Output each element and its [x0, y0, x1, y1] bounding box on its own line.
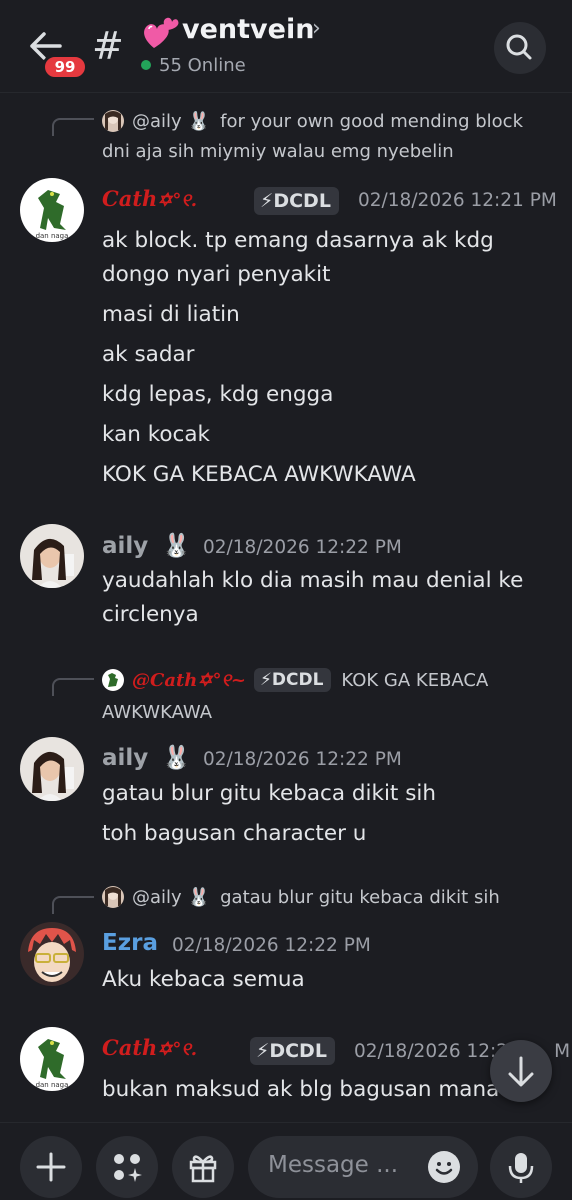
plus-icon: [36, 1152, 66, 1182]
reply-connector: [52, 678, 94, 696]
message-text: bukan maksud ak blg bagusan mana: [102, 1073, 499, 1107]
avatar-caption: dan naga: [36, 232, 69, 240]
message-text: gatau blur gitu kebaca dikit sih toh bag…: [102, 777, 436, 851]
message-line: kan kocak: [102, 422, 210, 447]
rabbit-icon: 🐰: [187, 886, 211, 908]
message-text: ak block. tp emang dasarnya ak kdg dongo…: [102, 224, 494, 492]
timestamp: 02/18/2026 12:22 PM: [203, 749, 402, 770]
message-line: gatau blur gitu kebaca dikit sih: [102, 781, 436, 806]
reply-text: dni aja sih miymiy walau emg nyebelin: [102, 140, 454, 162]
online-count: 55 Online: [159, 55, 246, 76]
author-decor: ✡︎°୧~: [197, 669, 246, 691]
role-tag[interactable]: ⚡DCDL: [254, 187, 339, 215]
attach-button[interactable]: [20, 1136, 82, 1198]
message-placeholder: Message ...: [268, 1152, 399, 1178]
message-line: bukan maksud ak blg bagusan mana: [102, 1077, 500, 1102]
avatar[interactable]: [20, 922, 84, 986]
avatar[interactable]: [20, 737, 84, 801]
gift-button[interactable]: [172, 1136, 234, 1198]
apps-button[interactable]: [96, 1136, 158, 1198]
message-text: yaudahlah klo dia masih mau denial ke ci…: [102, 564, 523, 632]
avatar: [102, 886, 124, 908]
emoji-icon: [428, 1151, 460, 1183]
reply-connector: [52, 896, 94, 914]
reply-text: AWKWKAWA: [102, 701, 213, 723]
author-name[interactable]: aily 🐰: [102, 532, 191, 559]
reply-text-continued: dni aja sih miymiy walau emg nyebelin: [102, 136, 454, 166]
message-text: Aku kebaca semua: [102, 963, 305, 997]
chevron-right-icon[interactable]: ›: [312, 16, 321, 41]
role-tag[interactable]: ⚡DCDL: [250, 1037, 335, 1065]
author-name-text: aily: [102, 533, 149, 559]
channel-name[interactable]: ventvein: [182, 14, 314, 45]
reply-preview[interactable]: @Cath✡︎°୧~ ⚡DCDL KOK GA KEBACA: [102, 665, 488, 695]
channel-header: 99 # ventvein › 55 Online: [0, 0, 572, 92]
message-line: circlenya: [102, 602, 199, 627]
reply-preview[interactable]: @aily 🐰 gatau blur gitu kebaca dikit sih: [102, 882, 500, 912]
author-name[interactable]: Cath✡︎°୧.: [102, 186, 197, 211]
author-name[interactable]: Cath✡︎°୧.: [102, 1035, 197, 1060]
reply-text: gatau blur gitu kebaca dikit sih: [220, 886, 500, 908]
message-line: KOK GA KEBACA AWKWKAWA: [102, 462, 416, 487]
message-line: kdg lepas, kdg engga: [102, 382, 334, 407]
avatar[interactable]: [20, 524, 84, 588]
reply-connector: [52, 118, 94, 136]
search-icon: [506, 34, 532, 60]
avatar-caption: dan naga: [36, 1081, 69, 1089]
message-line: ak sadar: [102, 342, 195, 367]
rabbit-icon: 🐰: [162, 533, 191, 559]
reply-text: KOK GA KEBACA: [341, 669, 489, 691]
search-button[interactable]: [494, 22, 546, 74]
author-decor: ✡︎°୧.: [157, 1039, 198, 1060]
message-line: toh bagusan character u: [102, 821, 367, 846]
unread-badge: 99: [42, 54, 88, 80]
timestamp: 02/18/2026 12:22 PM: [172, 935, 371, 956]
reply-text-continued: AWKWKAWA: [102, 697, 212, 727]
author-name-text: Cath: [102, 1035, 158, 1060]
header-divider: [0, 92, 572, 93]
message-line: dongo nyari penyakit: [102, 262, 331, 287]
microphone-icon: [508, 1153, 534, 1183]
timestamp: 02/18/2026 12:21 PM: [358, 190, 557, 211]
author-name[interactable]: aily 🐰: [102, 744, 191, 771]
author-decor: ✡︎°୧.: [157, 190, 198, 211]
message-line: ak block. tp emang dasarnya ak kdg: [102, 228, 494, 253]
message-line: masi di liatin: [102, 302, 240, 327]
channel-emoji: [140, 12, 180, 52]
scroll-to-bottom-button[interactable]: [490, 1040, 552, 1102]
arrow-down-icon: [508, 1056, 534, 1087]
hash-icon: #: [92, 24, 124, 68]
voice-button[interactable]: [490, 1136, 552, 1198]
avatar: [102, 110, 124, 132]
timestamp-text: 02/18/2026 12:2: [354, 1041, 509, 1062]
timestamp: 02/18/2026 12:22 PM: [203, 537, 402, 558]
apps-icon: [114, 1154, 142, 1182]
emoji-button[interactable]: [427, 1150, 461, 1184]
reply-author: @aily: [132, 110, 182, 132]
avatar[interactable]: dan naga: [20, 1027, 84, 1091]
author-name-text: aily: [102, 745, 149, 771]
reply-author: @aily: [132, 886, 182, 908]
timestamp-suffix: M: [554, 1041, 571, 1062]
message-line: yaudahlah klo dia masih mau denial ke: [102, 568, 524, 593]
role-tag: ⚡DCDL: [253, 668, 332, 692]
rabbit-icon: 🐰: [187, 110, 211, 132]
reply-author: @Cath✡︎°୧~: [132, 670, 246, 691]
gift-icon: [189, 1155, 217, 1183]
reply-text: for your own good mending block: [220, 110, 523, 132]
rabbit-icon: 🐰: [162, 745, 191, 771]
avatar: [102, 669, 124, 691]
reply-preview[interactable]: @aily 🐰 for your own good mending block: [102, 106, 523, 136]
reply-author-text: @Cath: [132, 669, 198, 691]
online-status-dot: [141, 60, 151, 70]
message-line: Aku kebaca semua: [102, 967, 305, 992]
author-name[interactable]: Ezra: [102, 930, 158, 956]
author-name-text: Cath: [102, 186, 158, 211]
avatar[interactable]: dan naga: [20, 178, 84, 242]
